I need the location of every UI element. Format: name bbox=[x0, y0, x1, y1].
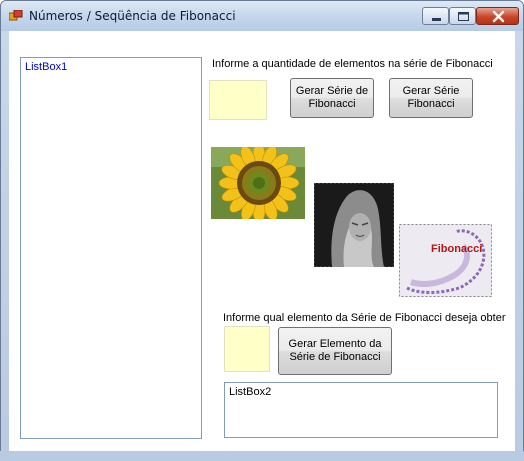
close-icon bbox=[492, 10, 505, 23]
listbox-1[interactable]: ListBox1 bbox=[20, 57, 202, 439]
maximize-icon bbox=[458, 12, 469, 21]
generate-series-button-1-label: Gerar Série de Fibonacci bbox=[295, 85, 369, 110]
generate-series-button-2[interactable]: Gerar Série Fibonacci bbox=[389, 78, 473, 118]
minimize-button[interactable] bbox=[422, 7, 449, 25]
fibonacci-statue-image bbox=[314, 183, 394, 267]
element-label: Informe qual elemento da Série de Fibona… bbox=[223, 312, 506, 324]
generate-series-button-2-label: Gerar Série Fibonacci bbox=[402, 85, 460, 110]
listbox-1-label: ListBox1 bbox=[25, 61, 68, 73]
close-button[interactable] bbox=[476, 7, 519, 25]
listbox-2[interactable]: ListBox2 bbox=[224, 382, 498, 438]
quantity-input[interactable] bbox=[209, 80, 267, 120]
generate-element-button[interactable]: Gerar Elemento da Série de Fibonacci bbox=[278, 327, 392, 375]
app-icon bbox=[9, 10, 23, 21]
title-bar[interactable]: Números / Seqüência de Fibonacci bbox=[1, 1, 523, 31]
window-bottom-border bbox=[0, 451, 524, 461]
maximize-button[interactable] bbox=[449, 7, 476, 25]
spiral-caption: Fibonacci bbox=[431, 243, 482, 255]
generate-series-button-1[interactable]: Gerar Série de Fibonacci bbox=[290, 78, 374, 118]
window-title: Números / Seqüência de Fibonacci bbox=[29, 9, 236, 23]
generate-element-button-label: Gerar Elemento da Série de Fibonacci bbox=[288, 338, 382, 363]
listbox-2-label: ListBox2 bbox=[229, 386, 272, 398]
fibonacci-spiral-image: Fibonacci bbox=[399, 224, 492, 297]
minimize-icon bbox=[432, 18, 441, 21]
sunflower-image bbox=[211, 147, 305, 219]
element-input[interactable] bbox=[224, 326, 270, 372]
quantity-label: Informe a quantidade de elementos na sér… bbox=[212, 58, 493, 70]
